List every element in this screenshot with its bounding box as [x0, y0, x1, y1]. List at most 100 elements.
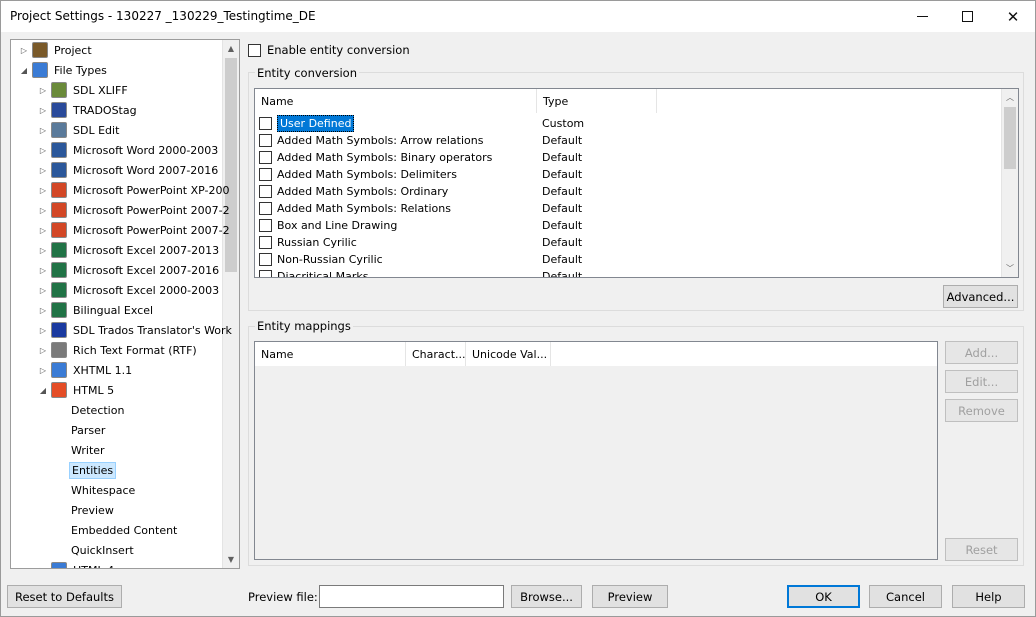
- scroll-down-icon[interactable]: ﹀: [1002, 260, 1018, 277]
- tree-item[interactable]: QuickInsert: [69, 541, 136, 559]
- tree-item[interactable]: ▷ SDL XLIFF: [38, 81, 130, 99]
- tree-item[interactable]: Preview: [69, 501, 116, 519]
- expand-icon[interactable]: ▷: [38, 285, 48, 295]
- entity-conversion-scrollbar[interactable]: ︿ ﹀: [1001, 89, 1018, 277]
- expand-icon[interactable]: ▷: [38, 205, 48, 215]
- expand-icon[interactable]: ▷: [38, 125, 48, 135]
- list-item[interactable]: User Defined Custom: [259, 115, 584, 132]
- enable-entity-conversion[interactable]: Enable entity conversion: [248, 43, 410, 57]
- ok-button[interactable]: OK: [787, 585, 860, 608]
- entity-checkbox[interactable]: [259, 270, 272, 277]
- entity-checkbox[interactable]: [259, 236, 272, 249]
- tree-item[interactable]: Whitespace: [69, 481, 137, 499]
- list-item[interactable]: Diacritical Marks Default: [259, 268, 582, 277]
- advanced-button[interactable]: Advanced...: [943, 285, 1018, 308]
- expand-icon[interactable]: ▷: [38, 225, 48, 235]
- browse-button[interactable]: Browse...: [511, 585, 582, 608]
- list-item[interactable]: Added Math Symbols: Ordinary Default: [259, 183, 582, 200]
- tree-item[interactable]: ▷ Microsoft Excel 2007-2013: [38, 241, 221, 259]
- reset-to-defaults-button[interactable]: Reset to Defaults: [7, 585, 122, 608]
- tree-item[interactable]: Parser: [69, 421, 107, 439]
- list-item[interactable]: Russian Cyrilic Default: [259, 234, 582, 251]
- tree-item[interactable]: ▷ SDL Trados Translator's Work: [38, 321, 234, 339]
- maximize-button[interactable]: [944, 1, 990, 32]
- preview-file-input[interactable]: [319, 585, 504, 608]
- collapse-icon[interactable]: ◢: [38, 385, 48, 395]
- scroll-up-icon[interactable]: ▲: [223, 40, 239, 57]
- list-item[interactable]: Added Math Symbols: Relations Default: [259, 200, 582, 217]
- tree-item[interactable]: Writer: [69, 441, 107, 459]
- list-item[interactable]: Added Math Symbols: Arrow relations Defau…: [259, 132, 582, 149]
- remove-button[interactable]: Remove: [945, 399, 1018, 422]
- entity-checkbox[interactable]: [259, 202, 272, 215]
- entity-mappings-header: Name Charact... Unicode Val...: [255, 342, 937, 366]
- entity-checkbox[interactable]: [259, 134, 272, 147]
- list-item[interactable]: Added Math Symbols: Binary operators Defa…: [259, 149, 582, 166]
- expand-icon[interactable]: ▷: [38, 85, 48, 95]
- list-item[interactable]: Added Math Symbols: Delimiters Default: [259, 166, 582, 183]
- cancel-button[interactable]: Cancel: [869, 585, 942, 608]
- expand-icon[interactable]: ▷: [38, 245, 48, 255]
- column-header-type[interactable]: Type: [537, 89, 657, 113]
- minimize-button[interactable]: [899, 1, 945, 32]
- tree-item[interactable]: ▷ Bilingual Excel: [38, 301, 155, 319]
- tree-item[interactable]: Embedded Content: [69, 521, 179, 539]
- expand-icon[interactable]: ▷: [38, 325, 48, 335]
- preview-button[interactable]: Preview: [592, 585, 668, 608]
- reset-button[interactable]: Reset: [945, 538, 1018, 561]
- expand-icon[interactable]: ▷: [38, 185, 48, 195]
- column-header-name[interactable]: Name: [255, 342, 406, 366]
- scrollbar-thumb[interactable]: [225, 58, 237, 272]
- expand-icon[interactable]: ▷: [38, 165, 48, 175]
- entity-checkbox[interactable]: [259, 253, 272, 266]
- list-item[interactable]: Non-Russian Cyrilic Default: [259, 251, 582, 268]
- collapse-icon[interactable]: ◢: [19, 65, 29, 75]
- tree-item[interactable]: ▷ Microsoft PowerPoint XP-200: [38, 181, 232, 199]
- expand-icon[interactable]: ▷: [38, 365, 48, 375]
- expand-icon[interactable]: ▷: [38, 345, 48, 355]
- column-header-unicode-value[interactable]: Unicode Val...: [466, 342, 551, 366]
- scroll-down-icon[interactable]: ▼: [223, 551, 239, 568]
- edit-button[interactable]: Edit...: [945, 370, 1018, 393]
- tree-item[interactable]: Detection: [69, 401, 126, 419]
- tree-item[interactable]: Entities: [69, 461, 117, 479]
- entity-checkbox[interactable]: [259, 168, 272, 181]
- column-header-name[interactable]: Name: [255, 89, 537, 113]
- list-item[interactable]: Box and Line Drawing Default: [259, 217, 582, 234]
- scroll-up-icon[interactable]: ︿: [1002, 89, 1018, 106]
- add-button[interactable]: Add...: [945, 341, 1018, 364]
- entity-checkbox[interactable]: [259, 117, 272, 130]
- close-button[interactable]: ✕: [990, 1, 1036, 32]
- tree-item[interactable]: ▷ Microsoft Excel 2000-2003: [38, 281, 221, 299]
- expand-icon[interactable]: ▷: [19, 45, 29, 55]
- tree-item[interactable]: ▷ Microsoft PowerPoint 2007-2: [38, 221, 232, 239]
- expand-icon[interactable]: ▷: [38, 145, 48, 155]
- entity-checkbox[interactable]: [259, 185, 272, 198]
- scrollbar-thumb[interactable]: [1004, 107, 1016, 169]
- entity-checkbox[interactable]: [259, 219, 272, 232]
- expand-icon[interactable]: ▷: [38, 105, 48, 115]
- tree-item[interactable]: ▷ Rich Text Format (RTF): [38, 341, 199, 359]
- tree-item[interactable]: ▷ TRADOStag: [38, 101, 139, 119]
- tree-item[interactable]: ▷ HTML 4: [38, 561, 116, 569]
- column-header-character[interactable]: Charact...: [406, 342, 466, 366]
- enable-entity-conversion-checkbox[interactable]: [248, 43, 261, 57]
- help-button[interactable]: Help: [952, 585, 1025, 608]
- tree-item[interactable]: ▷ XHTML 1.1: [38, 361, 134, 379]
- tree-item[interactable]: ▷ Microsoft PowerPoint 2007-2: [38, 201, 232, 219]
- settings-tree[interactable]: ▲ ▼ ▷ Project ◢ File Types ▷ SDL XLIFF ▷ TRADOS…: [10, 39, 240, 569]
- expand-icon[interactable]: ▷: [38, 305, 48, 315]
- tree-scrollbar[interactable]: ▲ ▼: [222, 40, 239, 568]
- tree-item[interactable]: ◢ File Types: [19, 61, 109, 79]
- entity-conversion-list[interactable]: Name Type User Defined Custom Added Math S…: [254, 88, 1019, 278]
- expand-icon[interactable]: ▷: [38, 265, 48, 275]
- tree-item[interactable]: ▷ Project: [19, 41, 94, 59]
- expand-icon[interactable]: ▷: [38, 565, 48, 569]
- tree-item[interactable]: ▷ Microsoft Word 2007-2016: [38, 161, 220, 179]
- tree-item[interactable]: ▷ SDL Edit: [38, 121, 121, 139]
- tree-item[interactable]: ▷ Microsoft Excel 2007-2016: [38, 261, 221, 279]
- tree-item[interactable]: ▷ Microsoft Word 2000-2003: [38, 141, 220, 159]
- tree-item[interactable]: ◢ HTML 5: [38, 381, 116, 399]
- entity-checkbox[interactable]: [259, 151, 272, 164]
- entity-mappings-list[interactable]: Name Charact... Unicode Val...: [254, 341, 938, 560]
